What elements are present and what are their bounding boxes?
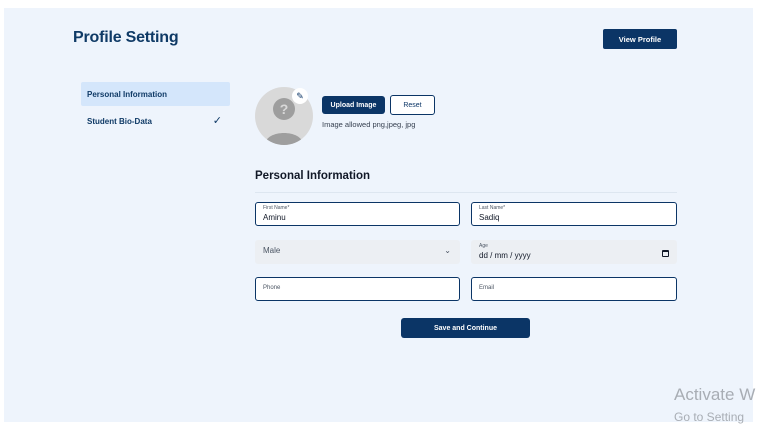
- first-name-value: Aminu: [263, 213, 286, 222]
- activation-watermark-title: Activate W: [674, 385, 756, 404]
- phone-placeholder: Phone: [263, 285, 281, 291]
- pencil-icon[interactable]: ✎: [292, 88, 308, 104]
- age-placeholder: dd / mm / yyyy: [479, 251, 531, 260]
- gender-value: Male: [263, 246, 281, 255]
- section-divider: [255, 192, 677, 193]
- reset-button[interactable]: Reset: [390, 95, 435, 115]
- chevron-down-icon: ⌄: [444, 246, 451, 255]
- first-name-label: First Name*: [263, 205, 290, 211]
- activation-watermark-subtitle: Go to Setting: [674, 410, 745, 424]
- nav-item-label: Student Bio-Data: [87, 116, 152, 126]
- image-format-hint: Image allowed png,jpeg, jpg: [322, 120, 416, 129]
- last-name-label: Last Name*: [479, 205, 506, 211]
- nav-item-student-bio-data[interactable]: Student Bio-Data ✓: [81, 109, 230, 133]
- phone-field[interactable]: Phone: [255, 277, 460, 301]
- save-and-continue-button[interactable]: Save and Continue: [401, 318, 530, 338]
- page-title: Profile Setting: [73, 29, 179, 46]
- gender-select[interactable]: Male ⌄: [255, 240, 460, 264]
- first-name-field[interactable]: First Name* Aminu: [255, 202, 460, 226]
- age-label: Age: [479, 243, 488, 249]
- calendar-icon[interactable]: [662, 250, 669, 257]
- email-placeholder: Email: [479, 285, 495, 291]
- nav-item-personal-information[interactable]: Personal Information: [81, 82, 230, 106]
- last-name-field[interactable]: Last Name* Sadiq: [471, 202, 677, 226]
- settings-nav: Personal Information Student Bio-Data ✓: [81, 82, 230, 133]
- email-field[interactable]: Email: [471, 277, 677, 301]
- age-date-field[interactable]: Age dd / mm / yyyy: [471, 240, 677, 264]
- last-name-value: Sadiq: [479, 213, 500, 222]
- svg-text:?: ?: [280, 101, 289, 117]
- check-icon: ✓: [212, 115, 222, 127]
- right-edge-strip: [753, 8, 762, 422]
- nav-item-label: Personal Information: [87, 89, 168, 99]
- view-profile-button[interactable]: View Profile: [603, 29, 677, 49]
- section-title: Personal Information: [255, 170, 371, 182]
- upload-image-button[interactable]: Upload Image: [322, 96, 385, 114]
